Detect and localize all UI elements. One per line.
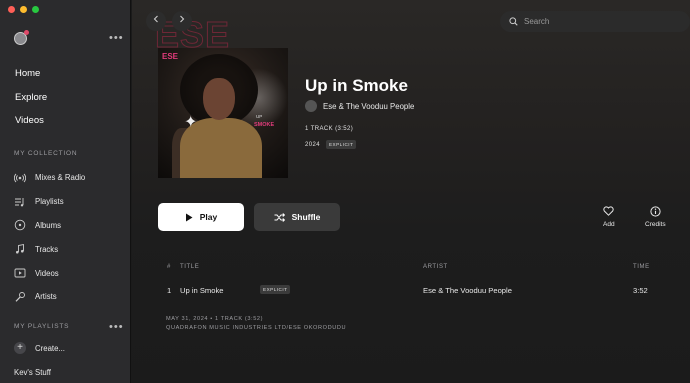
cover-artist-text: ESE [162, 52, 179, 61]
more-options-icon[interactable]: ••• [109, 33, 124, 44]
microphone-icon [14, 291, 26, 303]
search-bar[interactable] [500, 11, 690, 32]
album-meta: 2024 EXPLICIT [305, 140, 357, 149]
release-year: 2024 [305, 141, 320, 148]
column-header-title[interactable]: TITLE [180, 264, 199, 270]
collection-list: Mixes & Radio Playlists Albums Tracks Vi… [14, 166, 85, 309]
sidebar-item-artists[interactable]: Artists [14, 285, 85, 309]
sidebar-item-playlists[interactable]: Playlists [14, 190, 85, 214]
sidebar-item-albums[interactable]: Albums [14, 214, 85, 238]
release-info: MAY 31, 2024 • 1 TRACK (3:52) [166, 316, 264, 322]
column-header-time[interactable]: TIME [633, 264, 650, 270]
track-number: 1 [167, 286, 172, 295]
play-icon [185, 213, 193, 222]
track-duration: 3:52 [633, 286, 648, 295]
track-count: 1 TRACK (3:52) [305, 126, 354, 132]
add-label: Add [603, 221, 615, 228]
nav-item-videos[interactable]: Videos [15, 115, 47, 139]
sidebar: ••• Home Explore Videos MY COLLECTION Mi… [0, 0, 131, 383]
shuffle-button[interactable]: Shuffle [254, 203, 340, 231]
credits-label: Credits [645, 221, 666, 228]
sidebar-item-playlist[interactable]: Kev's Stuff [14, 368, 51, 377]
window-controls [8, 6, 39, 13]
add-button[interactable]: Add [603, 205, 615, 228]
sidebar-item-label: Albums [35, 220, 61, 230]
my-collection-heading: MY COLLECTION [14, 150, 78, 157]
shuffle-label: Shuffle [291, 212, 321, 222]
main-nav: Home Explore Videos [15, 68, 47, 139]
table-row[interactable]: 1 Up in Smoke EXPLICIT Ese & The Vooduu … [158, 280, 666, 300]
create-playlist-button[interactable]: + Create... [14, 342, 65, 354]
explicit-badge: EXPLICIT [260, 285, 291, 294]
nav-item-explore[interactable]: Explore [15, 92, 47, 116]
credits-button[interactable]: Credits [645, 205, 666, 228]
forward-button[interactable] [172, 11, 192, 31]
sidebar-item-videos[interactable]: Videos [14, 261, 85, 285]
chevron-left-icon [153, 15, 158, 23]
copyright-info: QUADRAFON MUSIC INDUSTRIES LTD/ESE OKORO… [166, 325, 347, 331]
play-label: Play [199, 212, 218, 222]
minimize-window-button[interactable] [20, 6, 27, 13]
radio-icon [14, 172, 26, 184]
album-cover: ✦ ESE UP SMOKE [158, 48, 288, 178]
create-label: Create... [35, 343, 65, 353]
chevron-right-icon [180, 15, 185, 23]
zoom-window-button[interactable] [32, 6, 39, 13]
album-icon [14, 219, 26, 231]
explicit-badge: EXPLICIT [325, 140, 357, 149]
column-header-artist[interactable]: ARTIST [423, 264, 448, 270]
search-input[interactable] [524, 17, 674, 26]
plus-icon: + [14, 342, 26, 354]
sidebar-item-label: Mixes & Radio [35, 173, 86, 183]
notification-dot [24, 30, 29, 35]
heart-icon [603, 205, 614, 217]
cover-title-smoke: SMOKE [254, 122, 275, 128]
music-note-icon [14, 243, 26, 255]
artist-link[interactable]: Ese & The Vooduu People [305, 100, 414, 112]
album-title: Up in Smoke [305, 76, 408, 95]
track-title: Up in Smoke [180, 286, 224, 295]
sidebar-item-label: Artists [35, 292, 57, 302]
play-button[interactable]: Play [158, 203, 244, 231]
sidebar-item-label: Tracks [35, 244, 59, 254]
star-graphic: ✦ [184, 114, 198, 131]
artist-avatar [305, 100, 317, 112]
close-window-button[interactable] [8, 6, 15, 13]
sidebar-item-label: Videos [35, 268, 59, 278]
search-icon [509, 17, 518, 26]
artist-name: Ese & The Vooduu People [323, 101, 415, 111]
track-artist[interactable]: Ese & The Vooduu People [423, 286, 512, 295]
sidebar-item-label: Playlists [35, 197, 64, 207]
my-playlists-heading: MY PLAYLISTS [14, 323, 70, 330]
sidebar-item-tracks[interactable]: Tracks [14, 237, 85, 261]
column-header-number: # [167, 264, 171, 270]
playlists-more-icon[interactable]: ••• [109, 322, 124, 333]
video-icon [14, 267, 26, 279]
cover-title-up: UP [256, 114, 263, 119]
info-icon [650, 205, 661, 217]
shuffle-icon [274, 212, 285, 222]
main-content: ESE ✦ ESE UP SMOKE Up in Smoke Ese & The… [132, 0, 690, 383]
playlist-icon [14, 196, 26, 208]
back-button[interactable] [146, 11, 166, 31]
nav-item-home[interactable]: Home [15, 68, 47, 92]
sidebar-item-mixes-radio[interactable]: Mixes & Radio [14, 166, 85, 190]
